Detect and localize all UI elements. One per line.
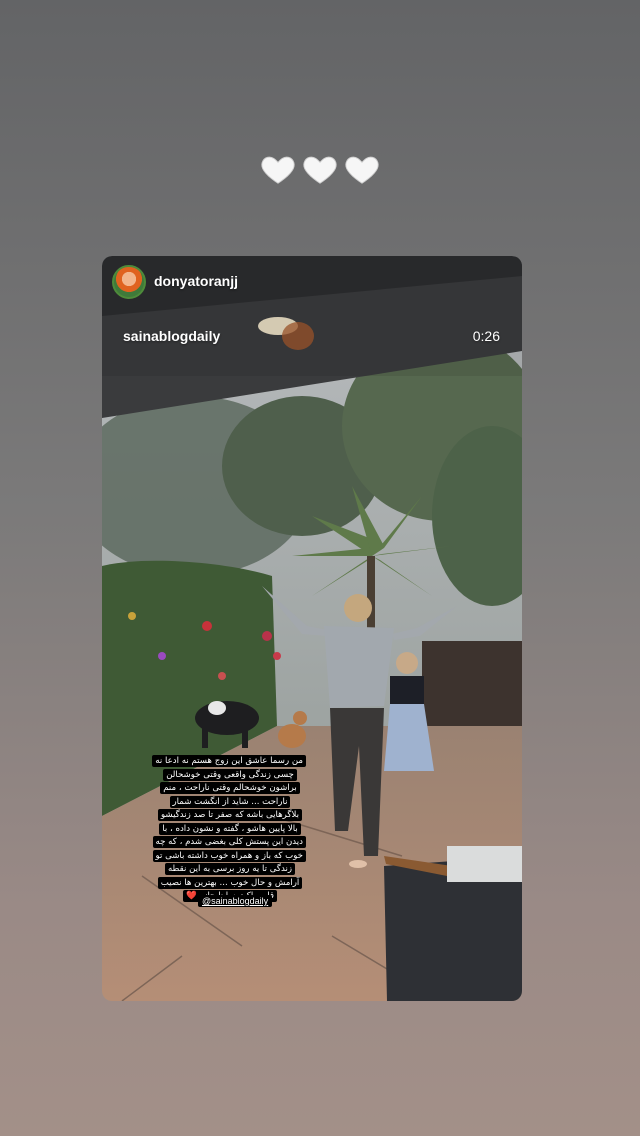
white-heart-icon	[261, 156, 295, 184]
heart-emoji-row	[0, 150, 640, 188]
story-caption: من رسما عاشق این زوج هستم نه ادعا نه چسی…	[152, 755, 306, 904]
post-header: donyatoranjj	[102, 256, 522, 316]
video-timer: 0:26	[472, 328, 500, 344]
avatar[interactable]	[112, 265, 146, 299]
source-account[interactable]: sainablogdaily	[123, 328, 220, 344]
white-heart-icon	[345, 156, 379, 184]
shared-post-card[interactable]: donyatoranjj sainablogdaily 0:26 من رسما…	[102, 256, 522, 1001]
username[interactable]: donyatoranjj	[154, 273, 238, 289]
mention-sticker[interactable]: @sainablogdaily	[198, 895, 273, 907]
caption-text: من رسما عاشق این زوج هستم نه ادعا نه چسی…	[152, 755, 306, 902]
white-heart-icon	[303, 156, 337, 184]
